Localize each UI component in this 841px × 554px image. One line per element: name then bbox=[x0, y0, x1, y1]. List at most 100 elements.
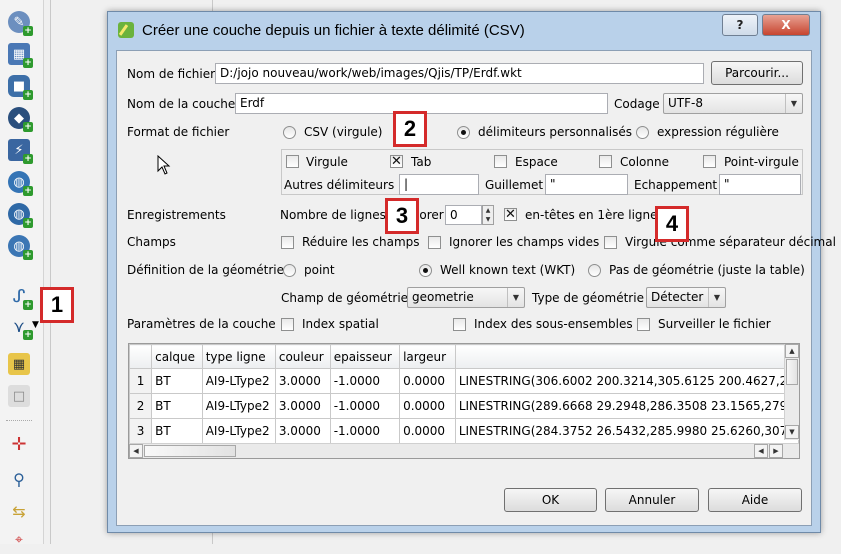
vertical-scroll-thumb[interactable] bbox=[786, 359, 798, 385]
format-custom-label: délimiteurs personnalisés bbox=[478, 125, 633, 139]
column-header[interactable]: couleur bbox=[274, 344, 331, 369]
table-cell: -1.0000 bbox=[329, 393, 401, 419]
dialog-body: Nom de fichier D:/jojo nouveau/work/web/… bbox=[116, 50, 836, 526]
fields-label: Champs bbox=[127, 235, 176, 249]
records-label: Enregistrements bbox=[127, 208, 226, 222]
file-name-input[interactable]: D:/jojo nouveau/work/web/images/Qjis/TP/… bbox=[215, 63, 704, 84]
geometry-wkt-radio[interactable] bbox=[419, 264, 432, 277]
table-cell: AI9-LType2 bbox=[201, 368, 276, 394]
skip-lines-input[interactable]: 0 bbox=[445, 205, 482, 225]
geometry-point-label: point bbox=[304, 263, 335, 277]
dropdown-arrow-icon[interactable]: ▼ bbox=[32, 320, 39, 330]
measure-icon[interactable]: ⌖ bbox=[4, 526, 34, 554]
geometry-point-radio[interactable] bbox=[283, 264, 296, 277]
ok-button[interactable]: OK bbox=[504, 488, 597, 512]
encoding-select[interactable]: UTF-8 ▼ bbox=[663, 93, 803, 114]
chevron-down-icon: ▼ bbox=[708, 288, 725, 307]
table-cell: 0.0000 bbox=[399, 418, 456, 444]
add-wms-layer-icon[interactable]: ◍ + bbox=[4, 168, 34, 196]
new-spatialite-layer-icon[interactable]: ▦ bbox=[4, 350, 34, 378]
table-row[interactable]: 1 BT AI9-LType2 3.0000 -1.0000 0.0000 LI… bbox=[129, 368, 799, 394]
other-delimiters-input[interactable]: | bbox=[399, 174, 479, 195]
table-cell: 3.0000 bbox=[274, 393, 331, 419]
table-vertical-scrollbar[interactable]: ▲ ▼ bbox=[784, 344, 799, 440]
table-cell: AI9-LType2 bbox=[201, 393, 276, 419]
format-regex-radio[interactable] bbox=[636, 126, 649, 139]
geometry-type-value: Détecter bbox=[651, 290, 704, 304]
header-row-checkbox[interactable]: ✕ bbox=[504, 208, 517, 221]
escape-input[interactable]: " bbox=[719, 174, 801, 195]
delimiter-space-checkbox[interactable] bbox=[494, 155, 507, 168]
scroll-left-icon[interactable]: ◀ bbox=[754, 444, 768, 458]
skip-lines-stepper[interactable]: ▲ ▼ bbox=[482, 205, 494, 225]
geometry-field-select[interactable]: geometrie ▼ bbox=[407, 287, 525, 308]
horizontal-scroll-thumb[interactable] bbox=[144, 445, 236, 457]
format-custom-radio[interactable] bbox=[457, 126, 470, 139]
add-spatialite-layer-icon[interactable]: ◆ + bbox=[4, 104, 34, 132]
column-header[interactable]: epaisseur bbox=[329, 344, 401, 369]
geometry-type-select[interactable]: Détecter ▼ bbox=[646, 287, 726, 308]
callout-2: 2 bbox=[393, 111, 427, 147]
digitize-icon[interactable]: ✛ bbox=[4, 430, 34, 458]
help-button[interactable]: Aide bbox=[708, 488, 802, 512]
trim-fields-checkbox[interactable] bbox=[281, 236, 294, 249]
table-row[interactable]: 3 BT AI9-LType2 3.0000 -1.0000 0.0000 LI… bbox=[129, 418, 799, 444]
add-vector-layer-icon[interactable]: ✎ + bbox=[4, 8, 34, 36]
delimiter-colon-checkbox[interactable] bbox=[599, 155, 612, 168]
add-delimited-text-layer-icon[interactable]: ᔑ + bbox=[4, 282, 34, 310]
add-postgis-layer-icon[interactable]: ■ + bbox=[4, 72, 34, 100]
new-vector-layer-icon[interactable]: ⋎ + bbox=[4, 312, 34, 340]
spatial-index-checkbox[interactable] bbox=[281, 318, 294, 331]
skip-empty-fields-checkbox[interactable] bbox=[428, 236, 441, 249]
subset-index-label: Index des sous-ensembles bbox=[474, 317, 633, 331]
add-wfs-layer-icon[interactable]: ◍ + bbox=[4, 232, 34, 260]
move-feature-icon[interactable]: ⇆ bbox=[4, 497, 34, 525]
format-regex-label: expression régulière bbox=[657, 125, 779, 139]
subset-index-checkbox[interactable] bbox=[453, 318, 466, 331]
delimiter-tab-checkbox[interactable]: ✕ bbox=[390, 155, 403, 168]
table-header-row: calque type ligne couleur epaisseur larg… bbox=[129, 344, 799, 369]
quote-input[interactable]: " bbox=[545, 174, 628, 195]
background-divider bbox=[50, 0, 51, 544]
titlebar-close-button[interactable]: X bbox=[762, 14, 810, 36]
delimiter-colon-label: Colonne bbox=[620, 155, 669, 169]
scroll-up-icon[interactable]: ▲ bbox=[785, 344, 799, 358]
column-header[interactable] bbox=[454, 344, 799, 369]
scroll-down-icon[interactable]: ▼ bbox=[785, 425, 799, 439]
table-cell: BT bbox=[151, 393, 203, 419]
encoding-label: Codage bbox=[614, 97, 660, 111]
watch-file-checkbox[interactable] bbox=[637, 318, 650, 331]
node-tool-icon[interactable]: ⚲ bbox=[4, 465, 34, 493]
geometry-none-radio[interactable] bbox=[588, 264, 601, 277]
dialog-titlebar[interactable]: Créer une couche depuis un fichier à tex… bbox=[108, 12, 820, 48]
table-cell: 3.0000 bbox=[274, 368, 331, 394]
add-wcs-layer-icon[interactable]: ◍ + bbox=[4, 200, 34, 228]
cancel-button[interactable]: Annuler bbox=[605, 488, 699, 512]
browse-button[interactable]: Parcourir... bbox=[711, 61, 803, 85]
column-header[interactable]: calque bbox=[151, 344, 203, 369]
column-header[interactable]: type ligne bbox=[201, 344, 276, 369]
delimiter-comma-checkbox[interactable] bbox=[286, 155, 299, 168]
titlebar-help-button[interactable]: ? bbox=[722, 14, 758, 36]
scroll-right-icon[interactable]: ▶ bbox=[769, 444, 783, 458]
add-raster-layer-icon[interactable]: ▦ + bbox=[4, 40, 34, 68]
format-csv-radio[interactable] bbox=[283, 126, 296, 139]
sample-data-table[interactable]: calque type ligne couleur epaisseur larg… bbox=[128, 343, 800, 459]
table-cell: -1.0000 bbox=[329, 418, 401, 444]
remove-layer-icon[interactable]: □ bbox=[4, 382, 34, 410]
column-header[interactable]: largeur bbox=[399, 344, 456, 369]
table-horizontal-scrollbar[interactable]: ◀ ◀ ▶ bbox=[129, 443, 799, 458]
quote-label: Guillemet bbox=[485, 178, 544, 192]
add-mssql-layer-icon[interactable]: ⚡ + bbox=[4, 136, 34, 164]
table-cell: LINESTRING(306.6002 200.3214,305.6125 20… bbox=[454, 368, 799, 394]
format-csv-label: CSV (virgule) bbox=[304, 125, 383, 139]
table-cell: LINESTRING(284.3752 26.5432,285.9980 25.… bbox=[454, 418, 799, 444]
table-row[interactable]: 2 BT AI9-LType2 3.0000 -1.0000 0.0000 LI… bbox=[129, 393, 799, 419]
scroll-left-icon[interactable]: ◀ bbox=[129, 444, 143, 458]
table-cell: BT bbox=[151, 418, 203, 444]
table-corner bbox=[129, 344, 153, 369]
decimal-comma-checkbox[interactable] bbox=[604, 236, 617, 249]
callout-3: 3 bbox=[385, 198, 419, 234]
callout-4: 4 bbox=[655, 206, 689, 242]
delimiter-semicolon-checkbox[interactable] bbox=[703, 155, 716, 168]
